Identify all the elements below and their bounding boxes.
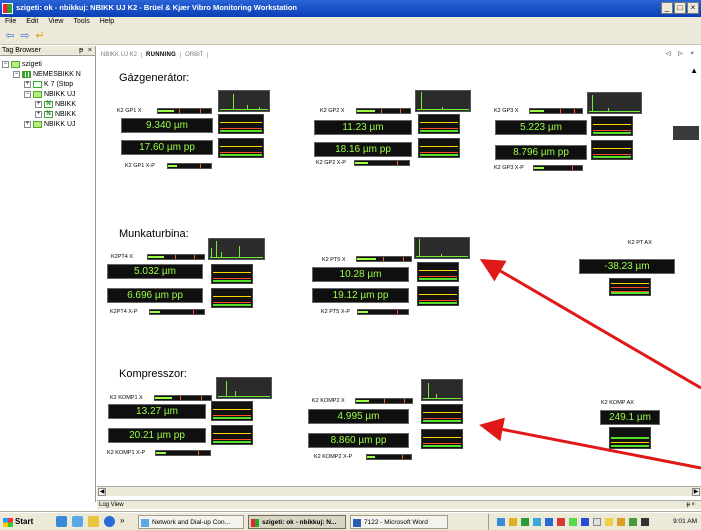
tray-icon[interactable] [605, 518, 613, 526]
expand-icon[interactable]: + [35, 100, 42, 108]
menu-view[interactable]: View [43, 17, 68, 29]
up-level-icon[interactable]: ↵ [33, 31, 47, 43]
forward-arrow-icon[interactable]: ⇨ [18, 31, 32, 43]
toolbar: ⇦ ⇨ ↵ [0, 29, 701, 45]
menu-bar: File Edit View Tools Help [0, 17, 701, 29]
quicklaunch-more-icon[interactable]: » [120, 516, 124, 525]
tray-icon[interactable] [545, 518, 553, 526]
word-icon [353, 519, 361, 527]
windows-logo-icon [3, 518, 13, 527]
system-tray: 9:01 AM [488, 514, 701, 530]
taskbar-item-label: Network and Dial-up Con... [152, 519, 231, 526]
tag-browser-header: Tag Browser ᵽ × [0, 46, 95, 56]
expand-icon[interactable]: + [24, 80, 31, 88]
machine-icon [33, 80, 42, 88]
expand-icon[interactable]: + [35, 110, 42, 118]
tray-icon[interactable] [617, 518, 625, 526]
taskbar-item-network[interactable]: Network and Dial-up Con... [138, 515, 244, 529]
tray-icon[interactable] [497, 518, 505, 526]
tray-icon[interactable] [521, 518, 529, 526]
panel-close-icon[interactable]: × [88, 46, 92, 56]
start-label: Start [15, 517, 34, 526]
log-view-controls[interactable]: ᵽ × [686, 501, 695, 510]
tree-node[interactable]: + N NBIKK [0, 99, 95, 109]
taskbar-item-label: szigeti: ok - nbikkuj: N... [262, 519, 337, 526]
media-icon[interactable] [104, 516, 115, 527]
tray-icon[interactable] [581, 518, 589, 526]
folder-icon [33, 90, 42, 98]
network-icon[interactable] [72, 516, 83, 527]
tree-node-label: NBIKK UJ [44, 120, 76, 128]
scroll-left-icon[interactable]: ◀ [98, 488, 106, 496]
log-view-title: Log View [99, 502, 124, 508]
tray-icon[interactable] [593, 518, 601, 526]
tag-browser-panel: Tag Browser ᵽ × − szigeti − NEMESBIKK N … [0, 46, 96, 502]
menu-edit[interactable]: Edit [21, 17, 43, 29]
collapse-icon[interactable]: − [24, 90, 31, 98]
taskbar-item-word[interactable]: 7122 - Microsoft Word [350, 515, 448, 529]
tray-icon[interactable] [569, 518, 577, 526]
tree-node-label: NBIKK [55, 100, 77, 108]
tree-node[interactable]: + K 7 (Stop [0, 79, 95, 89]
plant-icon [22, 70, 31, 78]
tray-icon[interactable] [557, 518, 565, 526]
start-button[interactable]: Start [2, 515, 42, 529]
annotation-arrow [479, 258, 701, 390]
tray-icon[interactable] [533, 518, 541, 526]
node-icon: N [44, 100, 53, 108]
tree-node-label: K 7 (Stop [44, 80, 74, 88]
tag-tree: − szigeti − NEMESBIKK N + K 7 (Stop − NB… [0, 56, 95, 129]
tree-node[interactable]: + NBIKK UJ [0, 119, 95, 129]
folder-icon [33, 120, 42, 128]
tree-node[interactable]: − szigeti [0, 59, 95, 69]
browser-icon[interactable] [56, 516, 67, 527]
taskbar-item-vibro[interactable]: szigeti: ok - nbikkuj: N... [248, 515, 346, 529]
annotation-arrows [479, 258, 701, 470]
tray-icon[interactable] [509, 518, 517, 526]
tree-node-label: NBIKK UJ [44, 90, 76, 98]
collapse-icon[interactable]: − [13, 70, 20, 78]
collapse-icon[interactable]: − [2, 60, 9, 68]
tree-node[interactable]: − NBIKK UJ [0, 89, 95, 99]
app-icon [2, 3, 13, 14]
tree-node-label: NBIKK [55, 110, 77, 118]
expand-icon[interactable]: + [24, 120, 31, 128]
menu-help[interactable]: Help [95, 17, 119, 29]
tray-icon[interactable] [641, 518, 649, 526]
log-view-panel: Log View ᵽ × [97, 500, 701, 509]
folder-icon[interactable] [88, 516, 99, 527]
horizontal-scrollbar[interactable]: ◀ ▶ [97, 486, 701, 496]
folder-icon [11, 60, 20, 68]
close-button[interactable]: × [687, 2, 699, 14]
taskbar: Start » Network and Dial-up Con... szige… [0, 512, 701, 530]
network-window-icon [141, 519, 149, 527]
node-icon: N [44, 110, 53, 118]
tree-node-label: szigeti [22, 60, 42, 68]
menu-file[interactable]: File [0, 17, 21, 29]
minimize-button[interactable]: _ [661, 2, 673, 14]
taskbar-item-label: 7122 - Microsoft Word [364, 519, 428, 526]
tree-node[interactable]: − NEMESBIKK N [0, 69, 95, 79]
window-controls: _ □ × [661, 2, 699, 14]
pin-icon[interactable]: ᵽ [79, 46, 83, 56]
scroll-right-icon[interactable]: ▶ [692, 488, 700, 496]
window-title: szigeti: ok - nbikkuj: NBIKK UJ K2 - Brü… [16, 3, 297, 12]
monitoring-view: NBIKK UJ K2 RUNNING ORBIT ◁ ▷ × ▲ Gázgen… [97, 46, 701, 502]
vibro-app-icon [251, 519, 259, 527]
annotation-arrow [479, 417, 701, 470]
tree-node-label: NEMESBIKK N [33, 70, 81, 78]
tray-icon[interactable] [629, 518, 637, 526]
menu-tools[interactable]: Tools [68, 17, 94, 29]
maximize-button[interactable]: □ [674, 2, 686, 14]
tree-node[interactable]: + N NBIKK [0, 109, 95, 119]
tag-browser-title: Tag Browser [2, 47, 41, 54]
clock: 9:01 AM [673, 518, 697, 525]
back-arrow-icon[interactable]: ⇦ [3, 31, 17, 43]
title-bar: szigeti: ok - nbikkuj: NBIKK UJ K2 - Brü… [0, 0, 701, 17]
